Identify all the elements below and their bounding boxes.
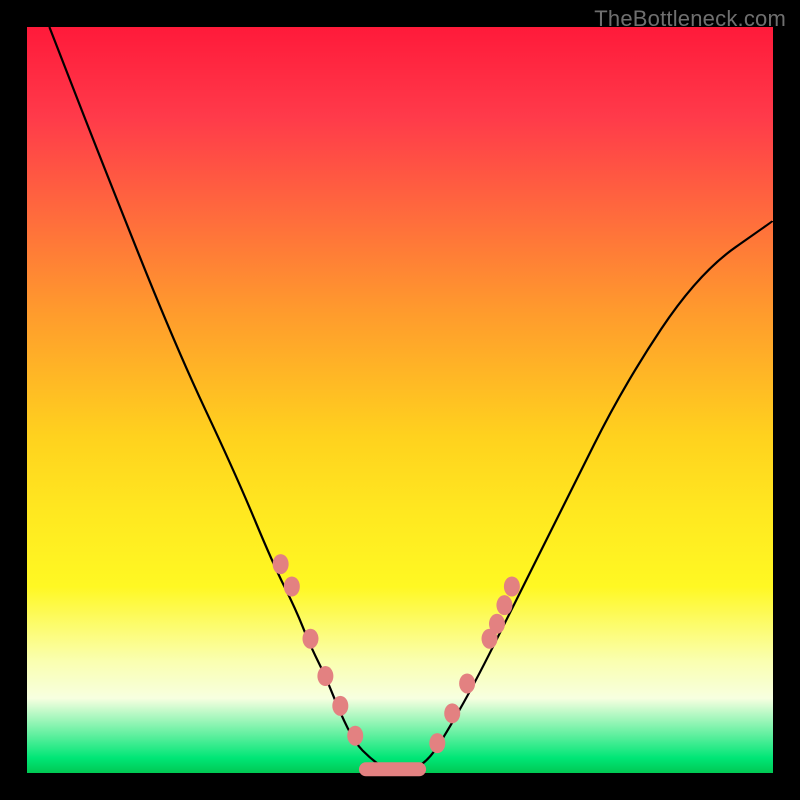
curve-point [459, 673, 475, 693]
curve-point [496, 595, 512, 615]
curve-points-right [429, 577, 520, 754]
curve-point [347, 726, 363, 746]
curve-point [302, 629, 318, 649]
curve-point [284, 577, 300, 597]
chart-gradient-area [27, 27, 773, 773]
watermark-text: TheBottleneck.com [594, 6, 786, 32]
curve-points-left [273, 554, 364, 746]
bottleneck-curve [49, 27, 773, 771]
curve-point [317, 666, 333, 686]
curve-point [504, 577, 520, 597]
curve-point [489, 614, 505, 634]
curve-point [444, 703, 460, 723]
curve-point [332, 696, 348, 716]
bottleneck-curve-svg [27, 27, 773, 773]
curve-point [273, 554, 289, 574]
curve-point [429, 733, 445, 753]
curve-bottom-segment [359, 762, 426, 776]
